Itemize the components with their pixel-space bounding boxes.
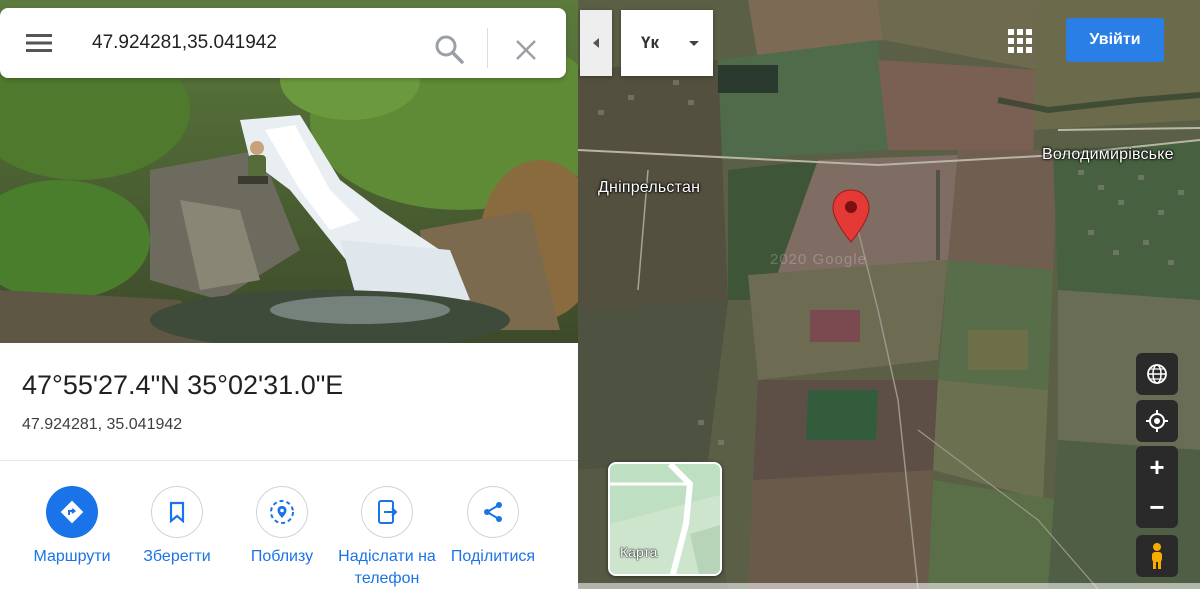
search-icon[interactable]: [434, 34, 464, 64]
map-label-village[interactable]: Володимирівське: [1042, 146, 1174, 164]
hamburger-menu-icon[interactable]: [26, 32, 52, 54]
place-photo[interactable]: [0, 0, 578, 343]
caret-down-icon: [679, 40, 709, 47]
globe-icon: [1147, 364, 1167, 384]
nearby-label: Поблизу: [250, 548, 314, 565]
language-selector[interactable]: Үк: [621, 10, 713, 76]
directions-icon: [60, 500, 84, 524]
map-label-town[interactable]: Дніпрельстан: [598, 179, 700, 197]
place-subtitle: 47.924281, 35.041942: [22, 416, 183, 433]
directions-action[interactable]: Маршрути: [12, 486, 132, 568]
chevron-left-icon: [593, 38, 599, 48]
pegman-icon: [1152, 543, 1162, 569]
save-action[interactable]: Зберегти: [117, 486, 237, 568]
side-panel: 47°55'27.4"N 35°02'31.0"E 47.924281, 35.…: [0, 0, 578, 589]
zoom-controls: + −: [1136, 446, 1178, 528]
send-to-phone-label: Надіслати на телефон: [338, 548, 436, 587]
save-button[interactable]: [151, 486, 203, 538]
app-root: 2020 Google Дніпрельстан Володимирівське…: [0, 0, 1200, 589]
send-to-phone-icon: [378, 500, 398, 524]
layers-button[interactable]: [1136, 353, 1178, 395]
directions-button[interactable]: [46, 486, 98, 538]
map-type-label: Карта: [620, 544, 658, 560]
save-label: Зберегти: [143, 548, 211, 565]
location-pin-icon[interactable]: [831, 188, 871, 246]
collapse-panel-button[interactable]: [580, 10, 612, 76]
nearby-button[interactable]: [256, 486, 308, 538]
nearby-action[interactable]: Поблизу: [222, 486, 342, 568]
language-code: Үк: [641, 33, 659, 52]
share-action[interactable]: Поділитися: [433, 486, 553, 568]
map-view[interactable]: 2020 Google Дніпрельстан Володимирівське…: [578, 0, 1200, 589]
place-title: 47°55'27.4"N 35°02'31.0"E: [22, 370, 344, 400]
close-icon[interactable]: [514, 38, 538, 62]
search-input[interactable]: [92, 28, 412, 58]
share-button[interactable]: [467, 486, 519, 538]
attribution-bar: [578, 583, 1200, 589]
zoom-in-button[interactable]: +: [1136, 447, 1178, 487]
directions-label: Маршрути: [33, 548, 111, 565]
zoom-out-button[interactable]: −: [1136, 487, 1178, 527]
my-location-button[interactable]: [1136, 400, 1178, 442]
street-view-button[interactable]: [1136, 535, 1178, 577]
search-divider: [487, 28, 488, 68]
my-location-icon: [1146, 410, 1168, 432]
map-type-toggle[interactable]: Карта: [608, 462, 722, 576]
send-to-phone-button[interactable]: [361, 486, 413, 538]
apps-grid-icon[interactable]: [1007, 28, 1033, 54]
send-to-phone-action[interactable]: Надіслати на телефон: [327, 486, 447, 589]
share-icon: [484, 502, 502, 522]
search-bar: [0, 8, 566, 78]
divider: [0, 460, 578, 461]
share-label: Поділитися: [450, 548, 536, 565]
map-watermark: 2020 Google: [770, 251, 867, 268]
nearby-icon: [270, 500, 294, 524]
bookmark-icon: [169, 501, 185, 523]
sign-in-button[interactable]: Увійти: [1066, 18, 1164, 62]
